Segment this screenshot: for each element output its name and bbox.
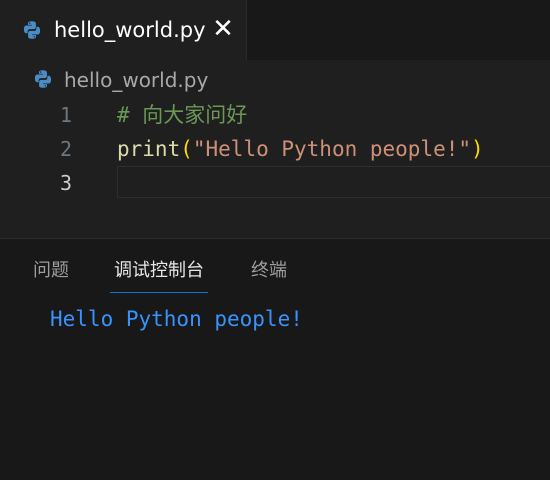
code-close-paren: ) (471, 137, 484, 161)
active-tab-indicator (110, 292, 208, 293)
editor-tab-bar: hello_world.py ✕ (0, 0, 550, 60)
close-icon[interactable]: ✕ (210, 14, 236, 44)
breadcrumb-file[interactable]: hello_world.py (64, 67, 208, 93)
line-number: 1 (59, 103, 72, 127)
code-editor[interactable]: 1 # 向大家问好 2 print("Hello Python people!"… (0, 98, 550, 238)
editor-tab-hello-world[interactable]: hello_world.py ✕ (0, 0, 247, 60)
line-number: 2 (59, 137, 72, 161)
code-function: print (117, 137, 181, 161)
tab-terminal[interactable]: 终端 (251, 257, 287, 293)
current-line-highlight (117, 166, 550, 198)
code-comment: # 向大家问好 (117, 103, 248, 127)
code-open-paren: ( (180, 137, 193, 161)
tab-debug-console-label: 调试控制台 (114, 260, 204, 281)
tab-debug-console[interactable]: 调试控制台 (110, 257, 208, 293)
line-number: 3 (59, 171, 72, 195)
code-line-3[interactable]: 3 (0, 166, 550, 200)
tab-terminal-label: 终端 (251, 260, 287, 281)
code-string: "Hello Python people!" (192, 137, 472, 161)
tab-problems-label: 问题 (33, 260, 69, 281)
python-icon (33, 69, 53, 93)
tab-label: hello_world.py (54, 18, 206, 42)
vscode-window: hello_world.py ✕ hello_world.py 1 # 向大家问… (0, 0, 550, 480)
code-text[interactable]: print("Hello Python people!") (117, 132, 484, 166)
code-text[interactable]: # 向大家问好 (117, 98, 247, 132)
breadcrumb: hello_world.py (0, 60, 550, 98)
bottom-panel: 问题 调试控制台 终端 Hello Python people! (0, 238, 550, 480)
tab-problems[interactable]: 问题 (33, 257, 69, 293)
debug-console-output: Hello Python people! (50, 307, 303, 331)
code-line-1[interactable]: 1 # 向大家问好 (0, 98, 550, 132)
python-icon (22, 20, 42, 44)
code-line-2[interactable]: 2 print("Hello Python people!") (0, 132, 550, 166)
